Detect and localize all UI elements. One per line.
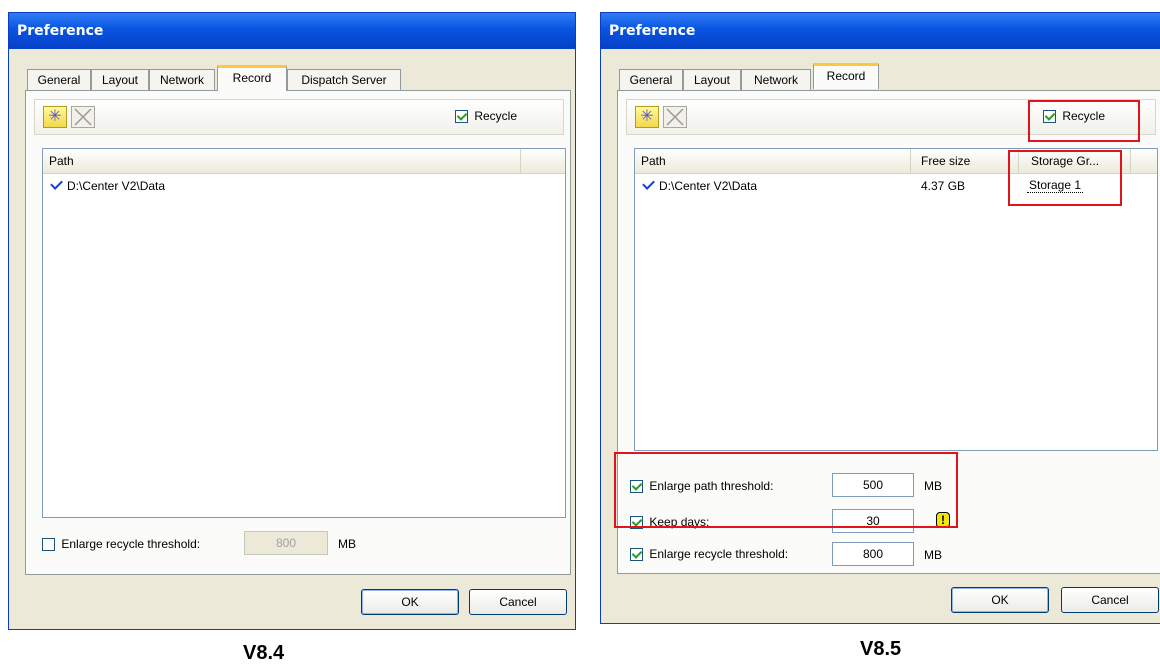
recycle-checkbox[interactable]: Recycle [455,109,518,124]
add-path-button[interactable]: ✳ [635,106,659,128]
preference-dialog-v84: Preference General Layout Network Record… [8,12,576,630]
path-list[interactable]: Path D:\Center V2\Data [42,148,566,518]
path-value: D:\Center V2\Data [659,179,758,193]
enlarge-recycle-input[interactable]: 800 [832,542,914,566]
tab-record[interactable]: Record [813,63,879,89]
x-box-icon [74,108,92,126]
ok-button[interactable]: OK [361,589,459,615]
tab-record[interactable]: Record [217,65,287,91]
enlarge-recycle-unit: MB [924,548,942,562]
enlarge-recycle-unit: MB [338,537,356,551]
tab-general[interactable]: General [619,69,683,91]
delete-path-button[interactable] [71,106,95,128]
enlarge-recycle-option[interactable]: Enlarge recycle threshold: [630,547,789,562]
column-header-path[interactable]: Path [43,149,521,173]
tab-layout[interactable]: Layout [91,69,149,91]
column-header-path[interactable]: Path [635,149,911,173]
list-header: Path [43,149,565,174]
cancel-button[interactable]: Cancel [1061,587,1159,613]
enlarge-recycle-label: Enlarge recycle threshold: [61,537,201,551]
tab-dispatch-server[interactable]: Dispatch Server [287,69,401,91]
column-header-free-size[interactable]: Free size [911,149,1019,173]
checkmark-icon [50,177,63,190]
add-path-button[interactable]: ✳ [43,106,67,128]
list-item[interactable]: D:\Center V2\Data [642,177,758,193]
ok-button[interactable]: OK [951,587,1049,613]
tab-network[interactable]: Network [149,69,215,91]
recycle-check-box[interactable] [455,110,468,124]
version-caption-v85: V8.5 [860,638,902,660]
free-size-value: 4.37 GB [921,179,966,193]
dialog-title: Preference [9,13,575,49]
asterisk-icon: ✳ [640,108,654,125]
enlarge-recycle-input[interactable]: 800 [244,531,328,555]
enlarge-recycle-option[interactable]: Enlarge recycle threshold: [42,537,201,552]
highlight-recycle [1028,100,1140,142]
delete-path-button[interactable] [663,106,687,128]
enlarge-recycle-checkbox[interactable] [630,548,643,562]
enlarge-recycle-label: Enlarge recycle threshold: [649,547,789,561]
record-panel: ✳ Recycle Path D:\Center V2\Data Enlarge… [25,90,571,575]
tab-network[interactable]: Network [741,69,811,91]
tab-layout[interactable]: Layout [683,69,741,91]
highlight-storage-group [1008,150,1122,206]
path-value: D:\Center V2\Data [67,179,166,193]
path-toolbar: ✳ Recycle [34,99,564,135]
recycle-label: Recycle [474,109,518,123]
highlight-new-options [614,452,958,528]
dialog-title: Preference [601,13,1160,49]
cancel-button[interactable]: Cancel [469,589,567,615]
enlarge-recycle-checkbox[interactable] [42,538,55,552]
version-caption-v84: V8.4 [243,642,285,664]
list-item[interactable]: D:\Center V2\Data [50,177,166,193]
asterisk-icon: ✳ [48,108,62,125]
x-box-icon [666,108,684,126]
tab-general[interactable]: General [27,69,91,91]
checkmark-icon [642,177,655,190]
